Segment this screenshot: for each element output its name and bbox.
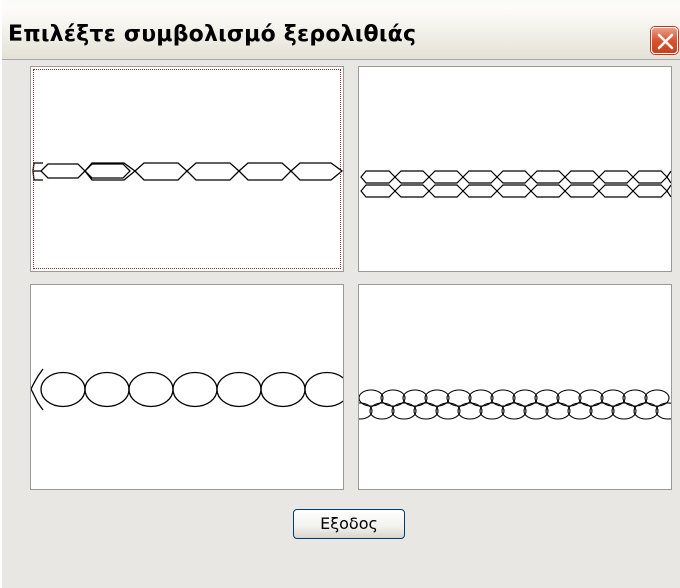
option-single-row-stones[interactable] <box>30 66 344 272</box>
single-row-stones-pattern <box>32 162 343 181</box>
single-row-round-stones-pattern <box>31 368 343 411</box>
double-row-round-stones-pattern <box>359 389 671 420</box>
stone-wall-symbol-dialog: Επιλέξτε συμβολισμό ξερολιθιάς Εξοδος <box>0 0 680 588</box>
option-double-row-round-stones[interactable] <box>358 284 672 490</box>
double-row-stones-pattern <box>360 170 671 198</box>
option-double-row-stones[interactable] <box>358 66 672 272</box>
title-bar[interactable]: Επιλέξτε συμβολισμό ξερολιθιάς <box>2 0 680 60</box>
window-title: Επιλέξτε συμβολισμό ξερολιθιάς <box>8 22 417 47</box>
close-button[interactable] <box>651 27 678 54</box>
option-single-row-round-stones[interactable] <box>30 284 344 490</box>
close-icon <box>657 33 674 50</box>
exit-button[interactable]: Εξοδος <box>293 509 405 539</box>
